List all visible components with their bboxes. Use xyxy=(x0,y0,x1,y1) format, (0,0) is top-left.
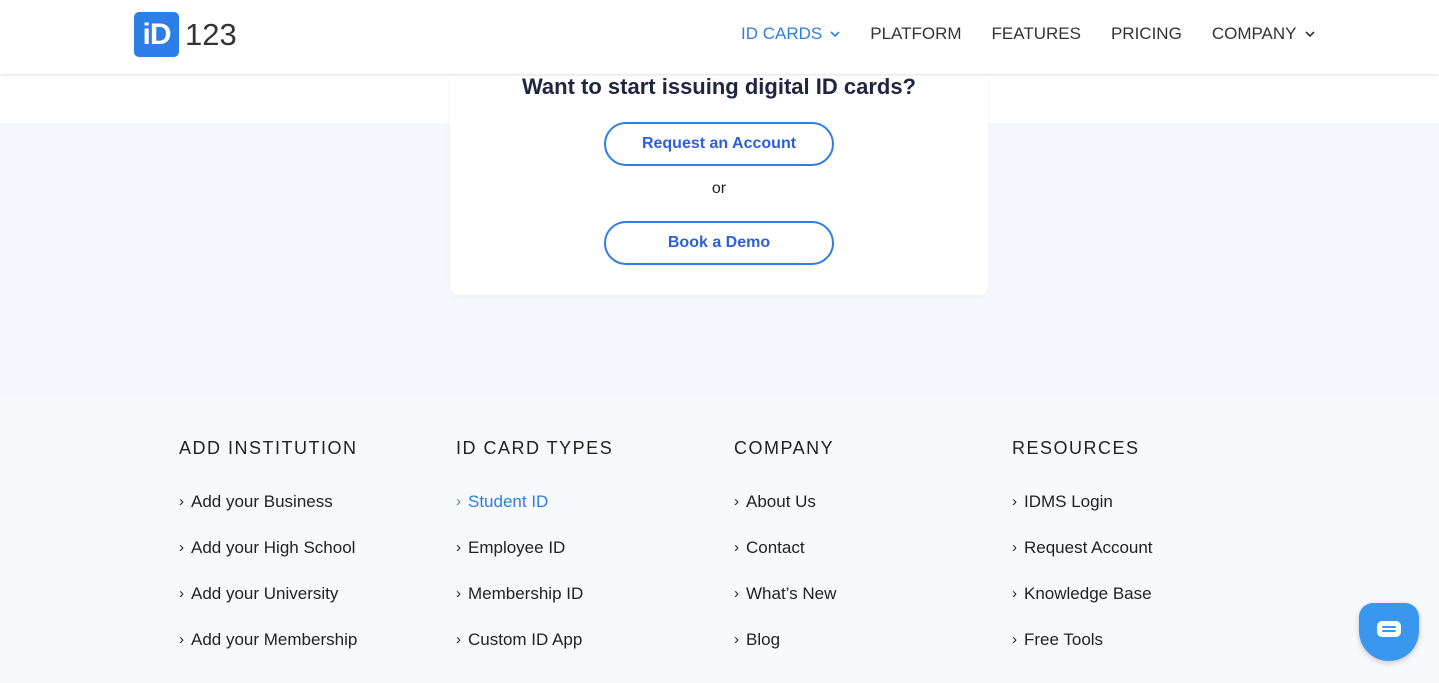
chevron-right-icon: › xyxy=(456,539,461,556)
footer-link[interactable]: › Student ID xyxy=(456,492,613,538)
chevron-right-icon: › xyxy=(456,585,461,602)
book-demo-button[interactable]: Book a Demo xyxy=(604,221,834,265)
footer-link-label: Knowledge Base xyxy=(1024,584,1152,603)
chevron-right-icon: › xyxy=(179,539,184,556)
footer-link[interactable]: › What’s New xyxy=(734,584,836,630)
footer-col-add-institution: ADD INSTITUTION › Add your Business › Add … xyxy=(179,438,358,676)
or-text: or xyxy=(711,180,727,197)
main-nav: ID CARDS PLATFORM FEATURES PRICING COMPA… xyxy=(741,24,1315,44)
site-header: iD 123 ID CARDS PLATFORM FEATURES PRICIN… xyxy=(0,0,1439,74)
footer-link-label: Custom ID App xyxy=(468,630,583,649)
nav-id-cards-label: ID CARDS xyxy=(741,24,823,43)
footer-link-label: Student ID xyxy=(468,492,549,511)
nav-id-cards[interactable]: ID CARDS xyxy=(741,24,840,44)
chevron-right-icon: › xyxy=(179,585,184,602)
footer-link[interactable]: › Add your Membership xyxy=(179,630,358,676)
chevron-down-icon xyxy=(1304,29,1315,39)
footer-link[interactable]: › Membership ID xyxy=(456,584,613,630)
footer-link-label: Membership ID xyxy=(468,584,584,603)
chevron-right-icon: › xyxy=(734,539,739,556)
footer-col-title: ID CARD TYPES xyxy=(456,438,614,458)
cta-card: Want to start issuing digital ID cards? … xyxy=(450,54,988,295)
footer-col-company: COMPANY › About Us › Contact › What’s New ›… xyxy=(734,438,836,676)
chevron-right-icon: › xyxy=(1012,585,1017,602)
nav-company-label: COMPANY xyxy=(1211,24,1297,43)
footer-link[interactable]: › Blog xyxy=(734,630,836,676)
footer-link[interactable]: › IDMS Login xyxy=(1012,492,1153,538)
footer-col-resources: RESOURCES › IDMS Login › Request Account ›… xyxy=(1012,438,1153,676)
footer-link[interactable]: › Request Account xyxy=(1012,538,1153,584)
footer-link-label: IDMS Login xyxy=(1024,492,1113,511)
nav-pricing-label: PRICING xyxy=(1110,24,1182,43)
footer-link[interactable]: › Employee ID xyxy=(456,538,613,584)
footer-link-label: Free Tools xyxy=(1024,630,1104,649)
footer-link-label: Add your Membership xyxy=(191,630,358,649)
footer-link[interactable]: › Add your High School xyxy=(179,538,358,584)
logo-mark: iD xyxy=(134,12,179,57)
footer-link-label: Employee ID xyxy=(468,538,566,557)
logo-mark-text: iD xyxy=(142,18,172,51)
logo-text: 123 xyxy=(185,16,237,52)
nav-pricing[interactable]: PRICING xyxy=(1111,24,1182,44)
chevron-right-icon: › xyxy=(1012,493,1017,510)
footer-link-label: Request Account xyxy=(1024,538,1153,557)
chevron-right-icon: › xyxy=(1012,539,1017,556)
footer-link-label: Add your Business xyxy=(191,492,333,511)
footer-col-id-card-types: ID CARD TYPES › Student ID › Employee ID ›… xyxy=(456,438,613,676)
chevron-right-icon: › xyxy=(734,585,739,602)
footer-link[interactable]: › Contact xyxy=(734,538,836,584)
footer-col-title: COMPANY xyxy=(734,438,835,458)
footer-link[interactable]: › Free Tools xyxy=(1012,630,1153,676)
nav-company[interactable]: COMPANY xyxy=(1212,24,1315,44)
chevron-right-icon: › xyxy=(734,631,739,648)
request-account-button[interactable]: Request an Account xyxy=(604,122,834,166)
nav-features[interactable]: FEATURES xyxy=(992,24,1081,44)
footer-link-label: About Us xyxy=(746,492,816,511)
footer-link-label: Blog xyxy=(746,630,781,649)
footer-link-label: Add your University xyxy=(191,584,339,603)
footer-link[interactable]: › Custom ID App xyxy=(456,630,613,676)
footer-link[interactable]: › Add your Business xyxy=(179,492,358,538)
nav-platform[interactable]: PLATFORM xyxy=(870,24,961,44)
footer-link[interactable]: › Add your University xyxy=(179,584,358,630)
chevron-right-icon: › xyxy=(734,493,739,510)
chevron-right-icon: › xyxy=(179,631,184,648)
nav-platform-label: PLATFORM xyxy=(870,24,962,43)
footer-col-title: ADD INSTITUTION xyxy=(179,438,358,458)
footer-link-label: Contact xyxy=(746,538,805,557)
chat-launcher-button[interactable] xyxy=(1359,603,1419,661)
footer-link-label: Add your High School xyxy=(191,538,356,557)
chevron-down-icon xyxy=(830,29,840,39)
footer-link[interactable]: › Knowledge Base xyxy=(1012,584,1153,630)
logo[interactable]: iD 123 xyxy=(134,12,237,57)
chevron-right-icon: › xyxy=(456,631,461,648)
chevron-right-icon: › xyxy=(456,493,461,510)
chevron-right-icon: › xyxy=(179,493,184,510)
footer-link-label: What’s New xyxy=(746,584,837,603)
cta-title: Want to start issuing digital ID cards? xyxy=(521,74,916,99)
nav-features-label: FEATURES xyxy=(991,24,1081,43)
footer-link[interactable]: › About Us xyxy=(734,492,836,538)
footer-col-title: RESOURCES xyxy=(1012,438,1140,458)
chevron-right-icon: › xyxy=(1012,631,1017,648)
chat-icon xyxy=(1376,620,1402,645)
